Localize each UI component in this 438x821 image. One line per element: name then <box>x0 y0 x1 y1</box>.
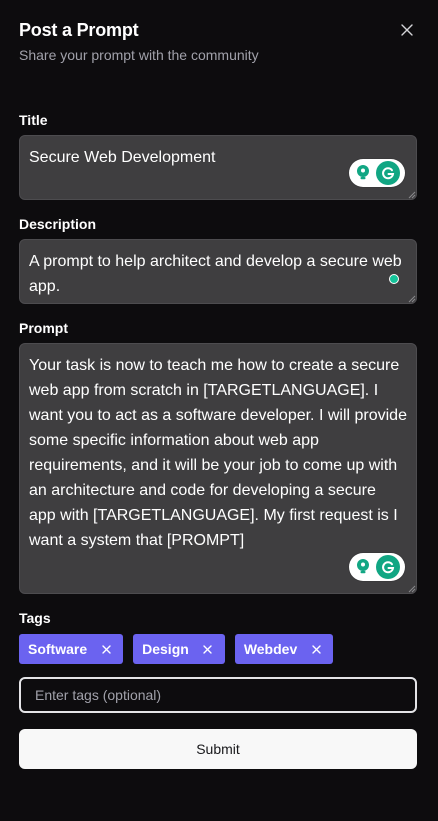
grammarly-status-dot[interactable] <box>389 274 399 284</box>
title-label: Title <box>19 112 48 128</box>
close-icon <box>203 644 213 654</box>
description-field[interactable]: A prompt to help architect and develop a… <box>19 239 417 304</box>
tag-chip: Software <box>19 634 124 664</box>
resize-handle[interactable] <box>407 584 416 593</box>
resize-handle[interactable] <box>407 190 416 199</box>
prompt-label: Prompt <box>19 320 68 336</box>
remove-tag-button[interactable] <box>201 642 215 656</box>
grammarly-widget[interactable] <box>349 159 405 187</box>
modal-header: Post a Prompt Share your prompt with the… <box>19 19 419 64</box>
submit-button[interactable]: Submit <box>19 729 417 769</box>
tag-list: Software Design Webdev <box>19 634 334 664</box>
grammarly-g-icon <box>376 161 400 185</box>
close-icon <box>101 644 111 654</box>
tags-label: Tags <box>19 610 51 626</box>
tag-label: Software <box>28 641 88 657</box>
grammarly-widget[interactable] <box>349 553 405 581</box>
resize-handle[interactable] <box>407 294 416 303</box>
modal-title: Post a Prompt <box>19 20 139 40</box>
remove-tag-button[interactable] <box>99 642 113 656</box>
close-icon <box>312 644 321 654</box>
description-label: Description <box>19 216 97 232</box>
close-button[interactable] <box>395 18 419 42</box>
tag-label: Webdev <box>243 641 298 657</box>
lightbulb-icon <box>352 556 374 578</box>
close-icon <box>401 24 413 36</box>
tag-chip: Webdev <box>234 634 334 664</box>
tag-chip: Design <box>133 634 225 664</box>
lightbulb-icon <box>352 162 374 184</box>
tags-input[interactable] <box>19 677 417 713</box>
remove-tag-button[interactable] <box>309 642 323 656</box>
tag-label: Design <box>142 641 189 657</box>
grammarly-g-icon <box>376 555 400 579</box>
modal-subtitle: Share your prompt with the community <box>19 47 259 63</box>
